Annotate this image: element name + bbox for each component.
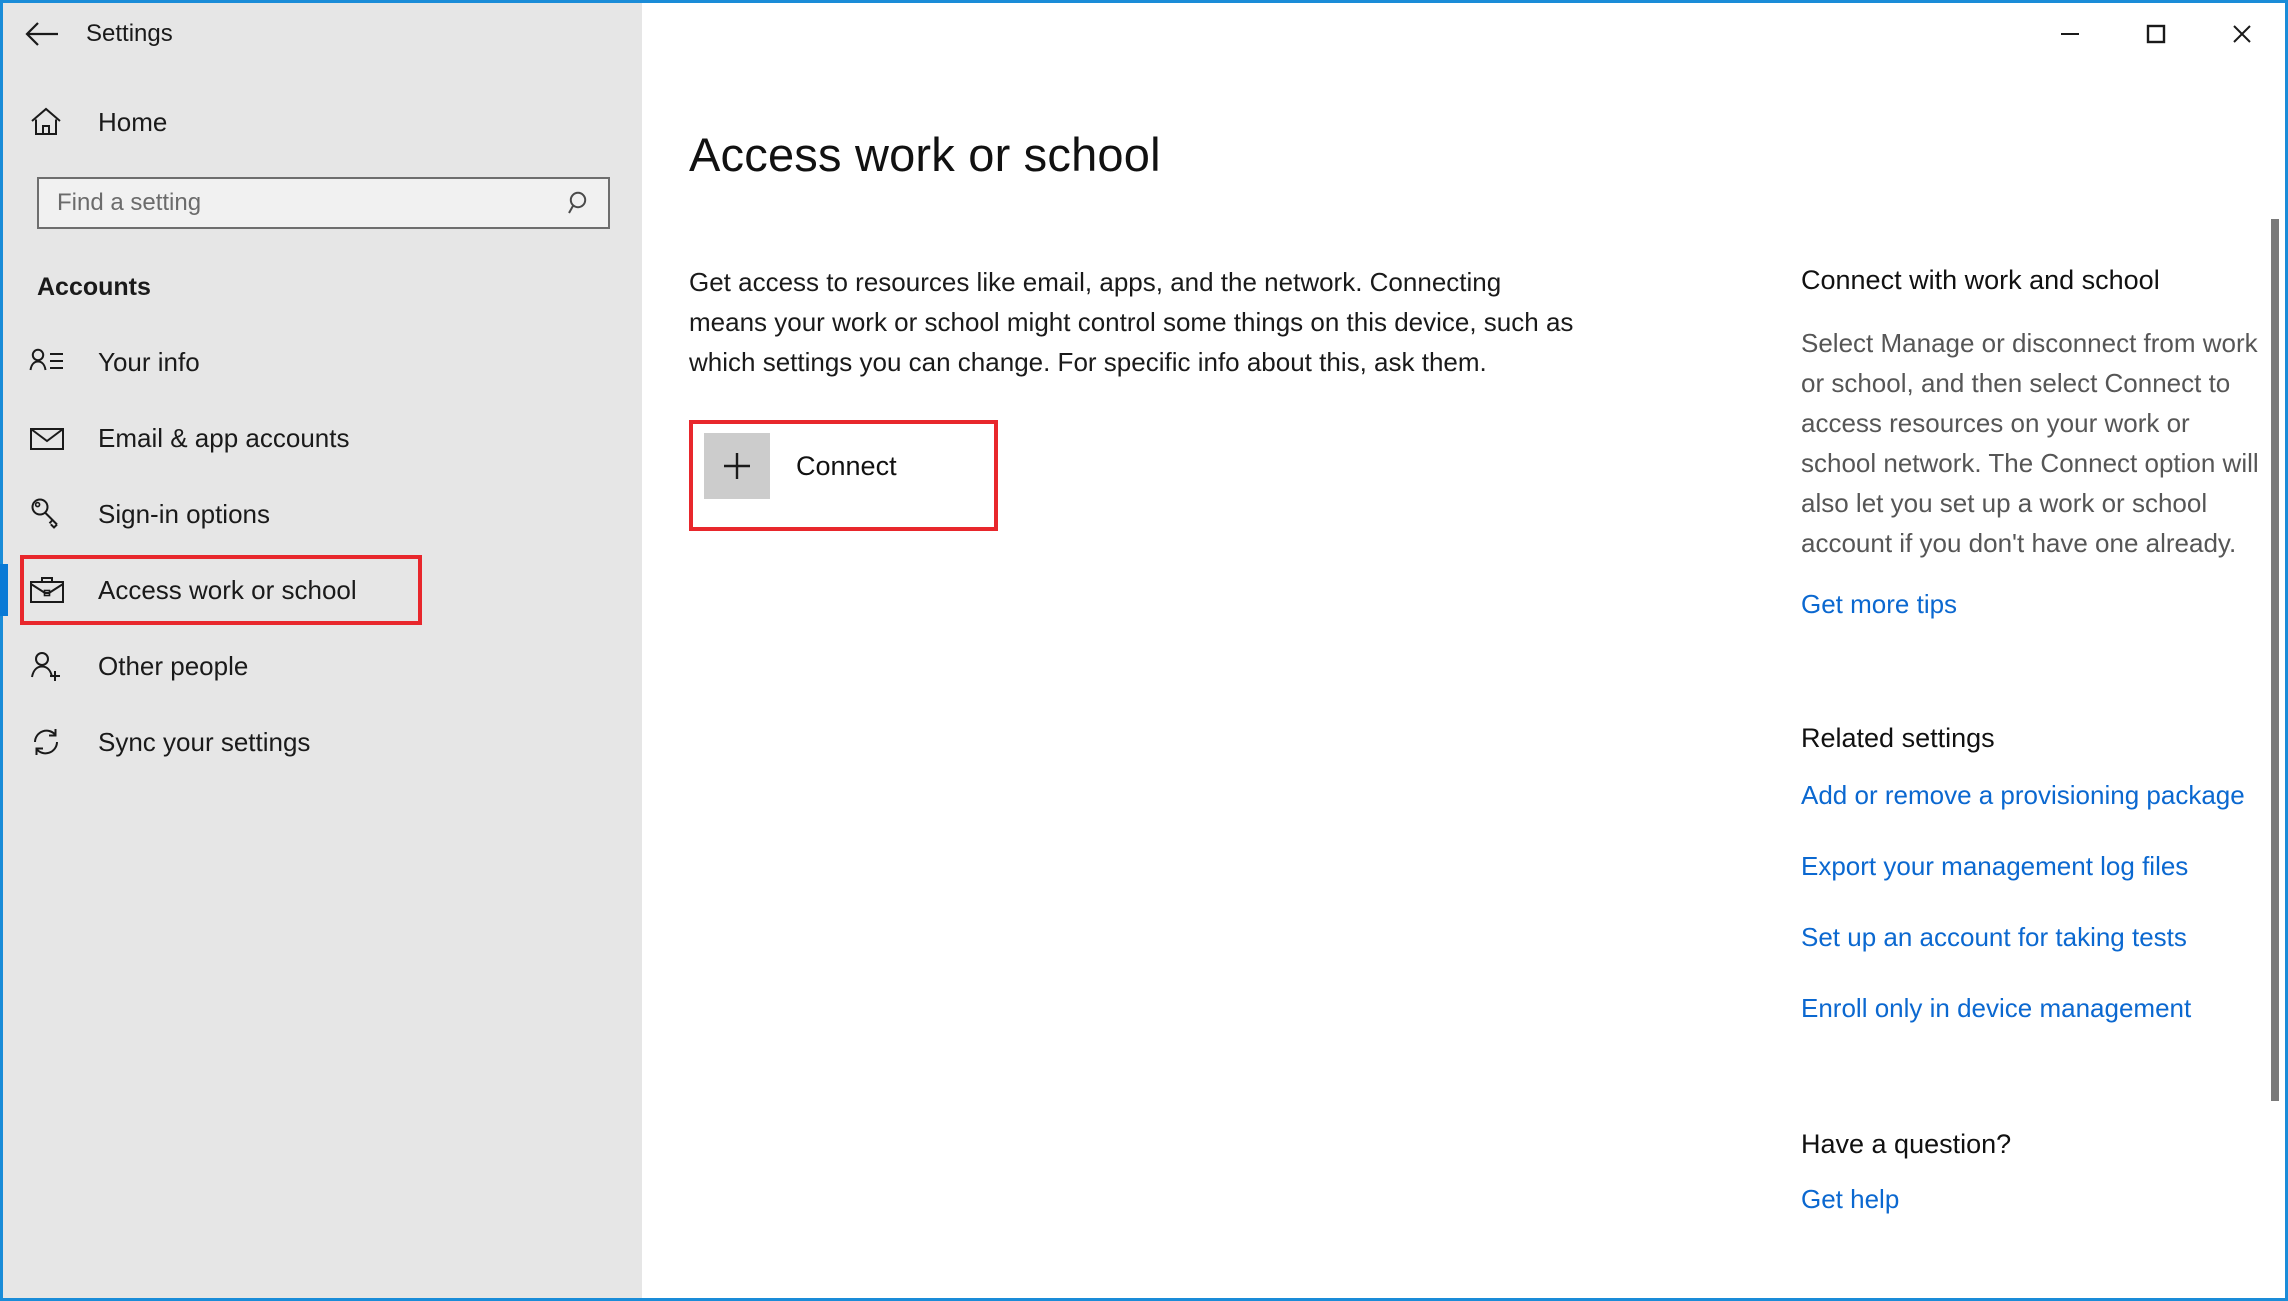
search-input[interactable] <box>57 189 566 217</box>
connect-button-label: Connect <box>796 450 897 481</box>
user-info-icon <box>29 347 75 377</box>
sidebar-nav: Your info Email & app accounts Sign-in o… <box>0 324 642 780</box>
title-bar: Settings <box>3 3 2285 65</box>
enroll-only-device-management-link[interactable]: Enroll only in device management <box>1801 989 2271 1027</box>
rail-related-heading: Related settings <box>1801 723 1995 753</box>
rail-connect-body: Select Manage or disconnect from work or… <box>1801 328 2259 558</box>
rail-help-heading: Have a question? <box>1801 1129 2012 1159</box>
vertical-scrollbar[interactable] <box>2271 67 2281 1300</box>
rail-related-section: Related settings Add or remove a provisi… <box>1801 723 2285 1027</box>
right-rail: Connect with work and school Select Mana… <box>1765 65 2285 1298</box>
sidebar-item-email-app-accounts[interactable]: Email & app accounts <box>3 400 642 476</box>
rail-connect-heading: Connect with work and school <box>1801 265 2160 295</box>
sidebar-item-sync-your-settings[interactable]: Sync your settings <box>3 704 642 780</box>
sidebar-item-access-work-or-school-label: Access work or school <box>98 574 357 605</box>
sidebar-item-other-people[interactable]: Other people <box>3 628 642 704</box>
sidebar: Home Accounts <box>0 65 642 1298</box>
related-links-list: Add or remove a provisioning package Exp… <box>1801 776 2285 1027</box>
sidebar-item-your-info-label: Your info <box>98 346 200 377</box>
get-more-tips-link[interactable]: Get more tips <box>1801 585 1957 623</box>
rail-connect-section: Connect with work and school Select Mana… <box>1801 265 2285 623</box>
add-person-icon <box>29 650 75 682</box>
app-title: Settings <box>86 20 173 47</box>
settings-window: Settings Home Find a setting Accounts Yo… <box>0 0 2288 1301</box>
connect-zone: Connect <box>689 420 998 531</box>
minimize-icon[interactable] <box>2027 3 2113 65</box>
sidebar-section-title: Accounts <box>37 273 151 301</box>
window-body: Home Accounts <box>0 65 2285 1298</box>
sidebar-item-home-label: Home <box>98 106 168 137</box>
sidebar-item-email-app-accounts-label: Email & app accounts <box>98 422 350 453</box>
key-icon <box>29 497 75 531</box>
maximize-icon[interactable] <box>2113 3 2199 65</box>
sidebar-item-home[interactable]: Home <box>3 89 642 155</box>
connect-button[interactable]: Connect <box>689 420 921 512</box>
export-management-log-files-link[interactable]: Export your management log files <box>1801 847 2271 885</box>
main-column: Access work or school Get access to reso… <box>642 65 1765 1298</box>
sidebar-item-other-people-label: Other people <box>98 650 249 681</box>
main-content: Access work or school Get access to reso… <box>642 65 2285 1298</box>
envelope-icon <box>29 424 75 452</box>
add-remove-provisioning-package-link[interactable]: Add or remove a provisioning package <box>1801 776 2271 814</box>
page-title: Access work or school <box>689 128 1161 181</box>
home-icon <box>29 106 75 138</box>
plus-icon <box>704 433 770 499</box>
sync-icon <box>29 726 75 758</box>
get-help-link[interactable]: Get help <box>1801 1180 1899 1218</box>
briefcase-icon <box>29 575 75 605</box>
sidebar-item-sign-in-options-label: Sign-in options <box>98 498 270 529</box>
window-controls <box>642 3 2285 65</box>
search-box[interactable] <box>37 177 610 229</box>
sidebar-item-sync-your-settings-label: Sync your settings <box>98 726 311 757</box>
sidebar-item-your-info[interactable]: Your info <box>3 324 642 400</box>
search-icon[interactable] <box>566 189 594 217</box>
close-icon[interactable] <box>2199 3 2285 65</box>
back-arrow-icon[interactable] <box>3 3 81 65</box>
scrollbar-thumb[interactable] <box>2271 219 2279 1101</box>
sidebar-item-sign-in-options[interactable]: Sign-in options <box>3 476 642 552</box>
set-up-account-taking-tests-link[interactable]: Set up an account for taking tests <box>1801 918 2271 956</box>
rail-help-section: Have a question? Get help <box>1801 1129 2285 1218</box>
title-bar-left: Settings <box>3 3 642 65</box>
intro-paragraph: Get access to resources like email, apps… <box>689 267 1574 377</box>
sidebar-item-access-work-or-school[interactable]: Access work or school <box>0 552 642 628</box>
